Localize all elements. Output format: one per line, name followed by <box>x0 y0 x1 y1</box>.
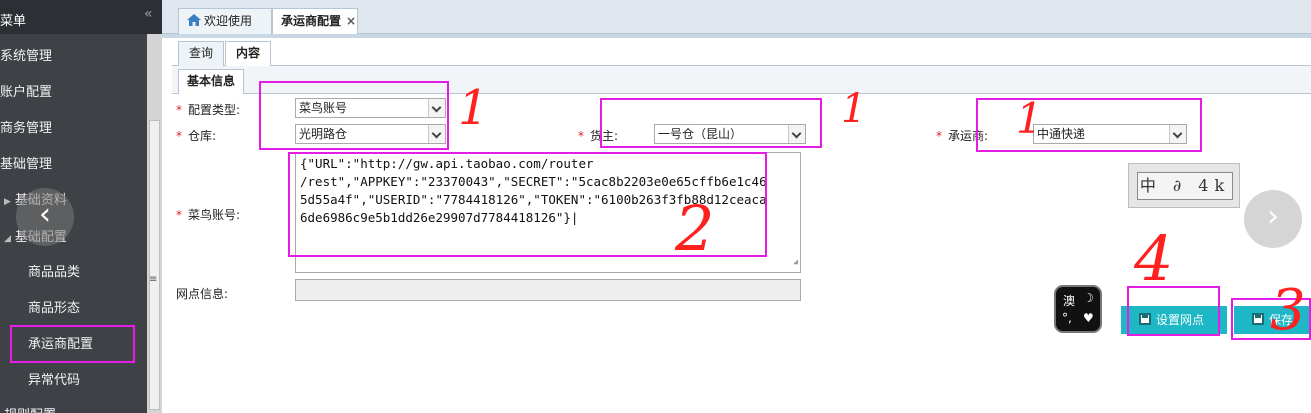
chevron-left-icon[interactable]: ‹ <box>16 188 74 246</box>
cainiao-account-label: * 菜鸟账号: <box>176 208 241 222</box>
content-subtabs: 查询 内容 <box>172 38 1311 67</box>
annotation-number: 2 <box>675 192 715 265</box>
moon-icon: ☽ <box>1083 291 1094 305</box>
sidebar-subitem-category[interactable]: 商品品类 <box>28 261 80 280</box>
sidebar-item-account[interactable]: 账户配置 <box>0 81 52 100</box>
warehouse-label: * 仓库: <box>176 129 217 143</box>
sidebar-title: 菜单 <box>0 14 27 29</box>
annotation-number: 4 <box>1134 222 1174 295</box>
required-mark: * <box>578 129 584 143</box>
config-type-label: * 配置类型: <box>176 103 241 117</box>
punctuation-icon: °, <box>1062 311 1072 325</box>
annotation-number: 1 <box>1016 94 1043 143</box>
chevron-right-icon[interactable]: › <box>1244 190 1302 248</box>
network-info-label: 网点信息: <box>176 287 229 301</box>
tab-carrier-config[interactable]: 承运商配置 × <box>272 8 358 34</box>
tab-label: 欢迎使用 <box>204 14 253 28</box>
ime-char: 澳 <box>1063 294 1076 308</box>
sidebar-header: 菜单 « <box>0 0 162 34</box>
sidebar-item-basic[interactable]: 基础管理 <box>0 153 52 172</box>
tab-welcome[interactable]: 欢迎使用 <box>178 8 272 34</box>
tab-label: 承运商配置 <box>281 14 342 28</box>
annotation-number: 1 <box>841 86 867 132</box>
sidebar-subitem-form[interactable]: 商品形态 <box>28 297 80 316</box>
annotation-box-carrier <box>976 98 1202 152</box>
captcha-image: 中 ∂ 4k <box>1128 163 1240 208</box>
subtab-query[interactable]: 查询 <box>178 41 225 66</box>
heart-icon: ♥ <box>1083 311 1094 325</box>
required-mark: * <box>176 103 182 117</box>
sidebar-subitem-exception-code[interactable]: 异常代码 <box>28 369 80 388</box>
group-tab-basic-info[interactable]: 基本信息 <box>178 69 245 94</box>
close-icon[interactable]: × <box>346 14 356 28</box>
captcha-text: 中 ∂ 4k <box>1137 172 1233 200</box>
home-icon <box>187 14 201 26</box>
subtab-content[interactable]: 内容 <box>225 41 272 67</box>
annotation-box-config <box>259 81 449 150</box>
collapse-icon[interactable]: « <box>144 6 153 22</box>
annotation-number: 3 <box>1270 278 1306 343</box>
collapse-triangle-icon: ◢ <box>4 234 11 244</box>
sidebar-item-system[interactable]: 系统管理 <box>0 45 52 64</box>
annotation-box-sidebar <box>10 325 135 363</box>
annotation-box-owner <box>600 98 822 148</box>
sidebar-item-business[interactable]: 商务管理 <box>0 117 52 136</box>
annotation-number: 1 <box>458 80 489 136</box>
expand-triangle-icon: ▶ <box>4 197 11 207</box>
required-mark: * <box>176 208 182 222</box>
sidebar-item-rules[interactable]: 规则配置 <box>4 404 56 413</box>
required-mark: * <box>936 129 942 143</box>
network-info-input <box>295 279 801 301</box>
ime-widget[interactable]: 澳 ☽ °, ♥ <box>1054 285 1102 333</box>
resize-grip-icon[interactable]: ◢ <box>793 253 798 271</box>
sidebar-scroll-thumb[interactable] <box>149 120 160 410</box>
tab-bar: 欢迎使用 承运商配置 × <box>162 0 1311 34</box>
grip-icon[interactable]: ≡ <box>149 274 157 285</box>
required-mark: * <box>176 129 182 143</box>
